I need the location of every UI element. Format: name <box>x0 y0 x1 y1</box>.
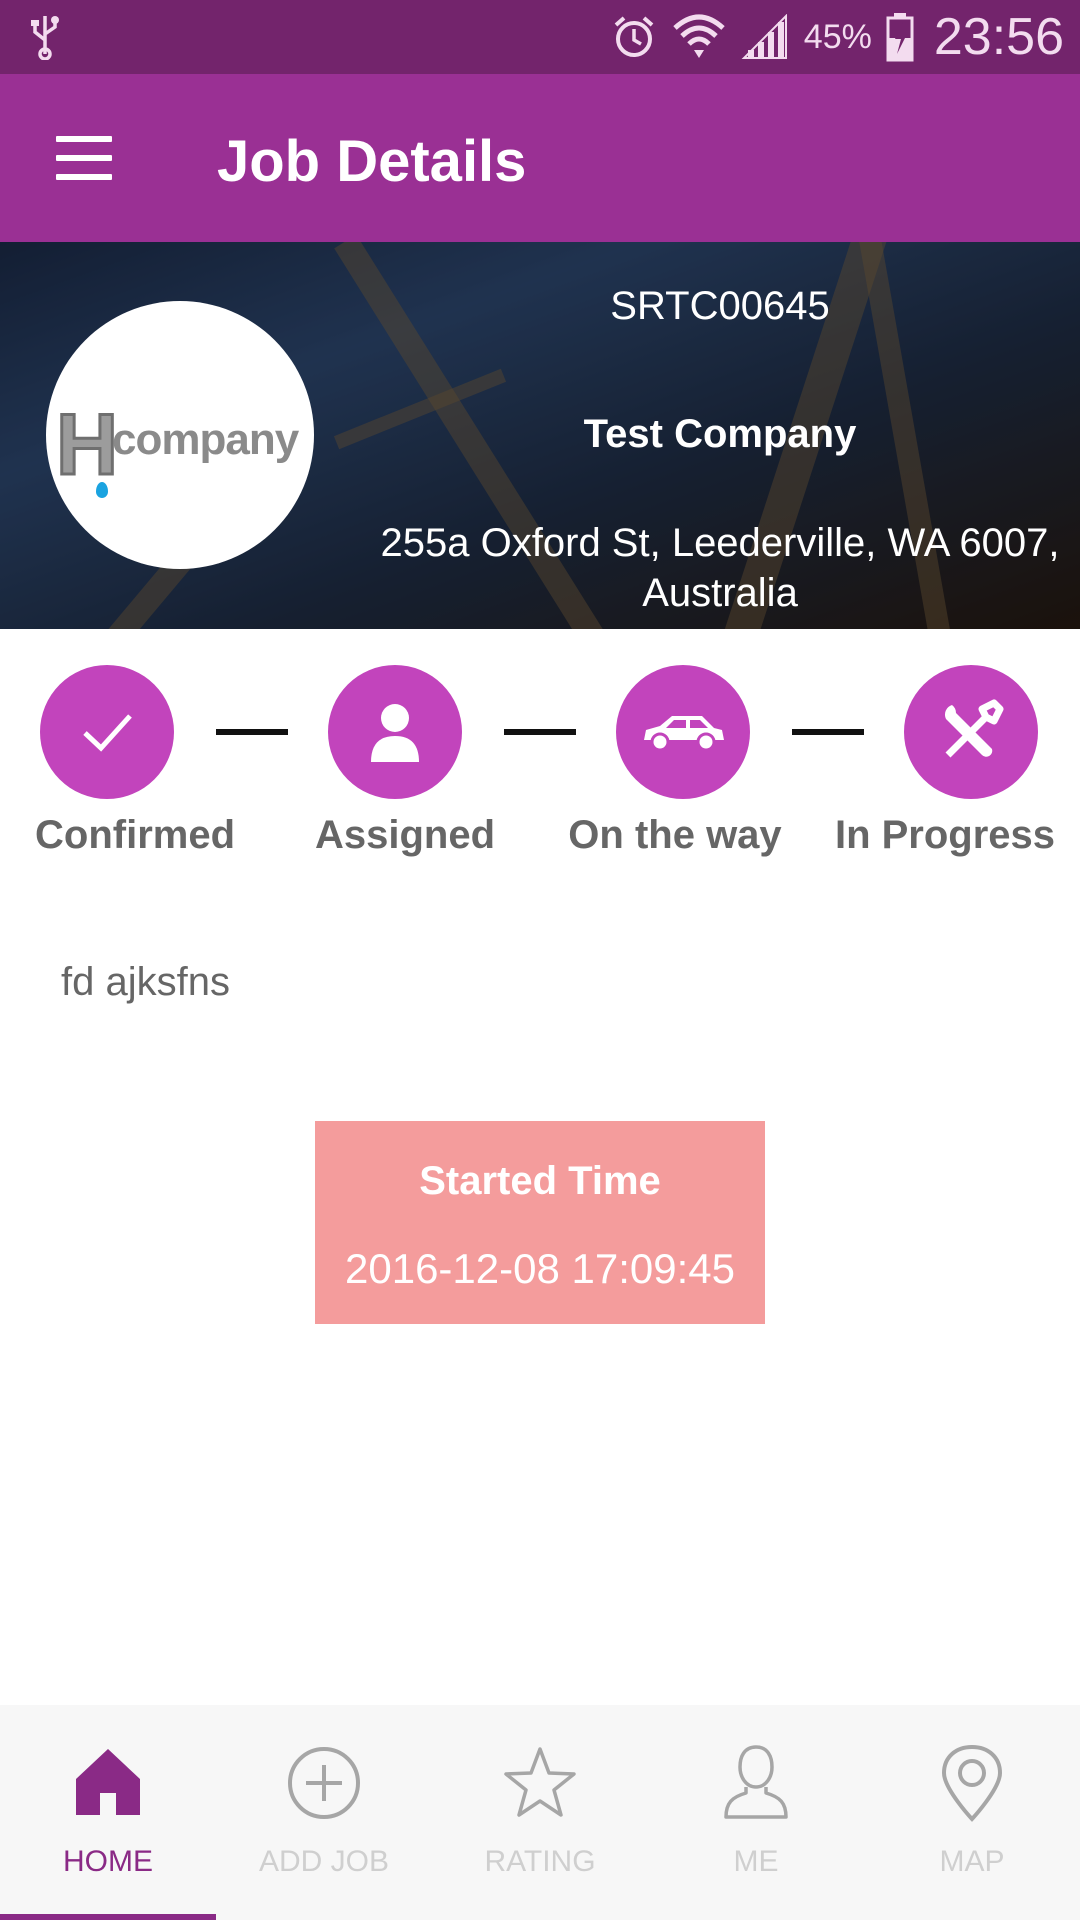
bottom-navigation: HOME ADD JOB RATING ME MAP <box>0 1705 1080 1920</box>
step-label-assigned: Assigned <box>314 813 496 857</box>
star-icon <box>504 1747 576 1817</box>
step-label-on-the-way: On the way <box>568 813 782 857</box>
app-bar: Job Details <box>0 74 1080 242</box>
car-icon <box>644 716 724 752</box>
water-drop-icon <box>96 482 108 498</box>
job-header-banner: H company SRTC00645 Test Company 255a Ox… <box>0 242 1080 629</box>
company-logo: H company <box>46 301 314 569</box>
nav-label-me: ME <box>733 1845 779 1878</box>
job-code: SRTC00645 <box>610 284 830 328</box>
company-name: Test Company <box>583 412 857 456</box>
status-bar: 45% 23:56 <box>0 0 1080 74</box>
started-time-card: Started Time 2016-12-08 17:09:45 <box>315 1121 765 1324</box>
nav-label-rating: RATING <box>484 1845 596 1878</box>
tools-icon <box>944 699 1004 758</box>
nav-rating[interactable]: RATING <box>432 1705 648 1920</box>
home-icon <box>76 1749 140 1815</box>
cell-signal-icon <box>741 14 787 59</box>
person-icon <box>371 704 419 762</box>
hamburger-menu-icon[interactable] <box>56 136 112 180</box>
step-label-confirmed: Confirmed <box>35 813 235 857</box>
nav-me[interactable]: ME <box>648 1705 864 1920</box>
wifi-icon <box>673 14 725 58</box>
step-connector <box>216 729 288 735</box>
step-confirmed <box>40 665 174 799</box>
started-time-value: 2016-12-08 17:09:45 <box>345 1245 735 1292</box>
page-title: Job Details <box>217 129 527 194</box>
clock: 23:56 <box>933 8 1064 66</box>
usb-icon <box>31 16 59 60</box>
battery-charging-icon <box>886 13 914 62</box>
nav-label-add-job: ADD JOB <box>258 1845 390 1878</box>
nav-add-job[interactable]: ADD JOB <box>216 1705 432 1920</box>
logo-letter: H <box>54 396 119 495</box>
step-connector <box>504 729 576 735</box>
job-status-steps: Confirmed Assigned On the way In Progres… <box>0 665 1080 865</box>
step-on-the-way <box>616 665 750 799</box>
job-address: 255a Oxford St, Leederville, WA 6007, Au… <box>380 521 1060 615</box>
nav-label-map: MAP <box>939 1845 1005 1878</box>
map-pin-icon <box>941 1744 1003 1822</box>
step-label-in-progress: In Progress <box>834 813 1056 857</box>
nav-home[interactable]: HOME <box>0 1705 216 1920</box>
nav-active-indicator <box>0 1914 216 1920</box>
add-circle-icon <box>288 1747 360 1819</box>
logo-word: company <box>112 415 299 464</box>
started-time-label: Started Time <box>419 1159 661 1203</box>
person-outline-icon <box>724 1745 788 1819</box>
step-assigned <box>328 665 462 799</box>
battery-percent: 45% <box>803 17 872 56</box>
step-in-progress <box>904 665 1038 799</box>
alarm-icon <box>614 16 654 57</box>
step-connector <box>792 729 864 735</box>
checkmark-icon <box>83 714 132 752</box>
job-description: fd ajksfns <box>61 960 230 1004</box>
nav-map[interactable]: MAP <box>864 1705 1080 1920</box>
nav-label-home: HOME <box>63 1845 153 1878</box>
